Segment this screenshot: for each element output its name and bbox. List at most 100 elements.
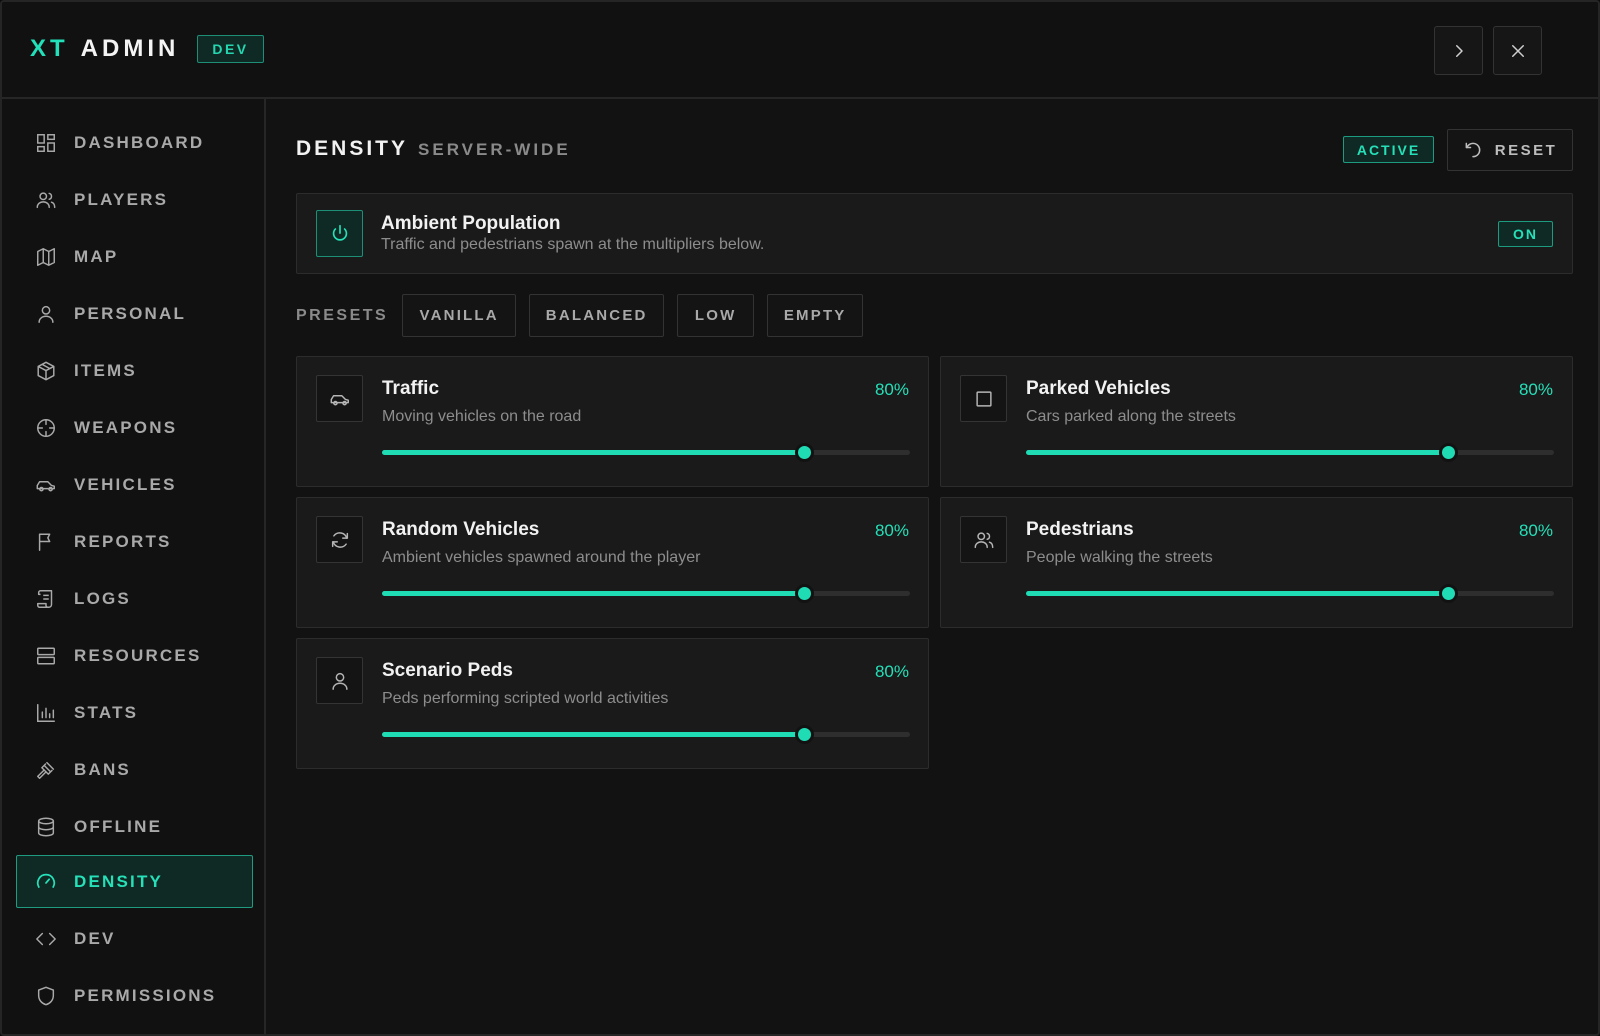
sidebar-item-map[interactable]: MAP: [16, 230, 253, 283]
sidebar-item-weapons[interactable]: WEAPONS: [16, 401, 253, 454]
card-value: 80%: [1518, 380, 1553, 399]
sidebar-item-label: MAP: [74, 246, 119, 266]
slider-thumb[interactable]: [1438, 584, 1458, 603]
reset-icon: [1465, 142, 1481, 158]
sidebar-item-label: WEAPONS: [74, 417, 178, 437]
card-value: 80%: [874, 662, 909, 681]
card-title: Parked Vehicles: [1026, 378, 1171, 399]
sidebar-item-label: PLAYERS: [74, 189, 169, 209]
users-icon: [974, 531, 993, 548]
sidebar-item-items[interactable]: ITEMS: [16, 344, 253, 397]
forward-button[interactable]: [1434, 26, 1483, 75]
sidebar-item-permissions[interactable]: PERMISSIONS: [16, 969, 253, 1022]
reset-button[interactable]: RESET: [1447, 129, 1573, 171]
sidebar-item-label: PERMISSIONS: [74, 985, 217, 1005]
sidebar-item-label: STATS: [74, 702, 139, 722]
slider-thumb[interactable]: [794, 443, 814, 462]
sidebar-item-density[interactable]: DENSITY: [16, 855, 253, 908]
density-card-traffic: Traffic 80% Moving vehicles on the road: [296, 356, 929, 487]
card-icon-box: [960, 516, 1007, 563]
refresh-icon: [331, 531, 348, 548]
slider-thumb[interactable]: [794, 584, 814, 603]
gavel-icon: [37, 761, 55, 779]
card-title: Random Vehicles: [382, 519, 540, 540]
flag-icon: [38, 532, 51, 551]
card-value: 80%: [1518, 521, 1553, 540]
page-title-row: DENSITY SERVER-WIDE: [296, 137, 571, 161]
shield-icon: [37, 986, 55, 1005]
card-description: People walking the streets: [1026, 549, 1213, 566]
card-description: Ambient vehicles spawned around the play…: [382, 549, 701, 566]
card-description: Moving vehicles on the road: [382, 408, 582, 425]
sidebar-item-label: PERSONAL: [74, 303, 187, 323]
code-icon: [36, 932, 56, 945]
sidebar-item-stats[interactable]: STATS: [16, 686, 253, 739]
box-icon: [37, 361, 55, 380]
presets-row: PRESETS VANILLA BALANCED LOW EMPTY: [296, 294, 876, 337]
slider-thumb[interactable]: [1438, 443, 1458, 462]
sidebar-item-vehicles[interactable]: VEHICLES: [16, 458, 253, 511]
env-badge: DEV: [197, 35, 264, 63]
pedestrians-slider[interactable]: [1026, 584, 1554, 603]
scenario-peds-slider[interactable]: [382, 725, 910, 744]
card-value: 80%: [874, 380, 909, 399]
sidebar-item-dev[interactable]: DEV: [16, 912, 253, 965]
database-icon: [37, 817, 55, 836]
preset-vanilla-button[interactable]: VANILLA: [402, 294, 517, 337]
header: XT ADMIN DEV: [2, 2, 1598, 99]
close-icon: [1511, 44, 1524, 57]
preset-low-button[interactable]: LOW: [677, 294, 755, 337]
car-icon: [36, 480, 55, 492]
card-title: Traffic: [382, 378, 440, 399]
close-button[interactable]: [1493, 26, 1542, 75]
sidebar-item-players[interactable]: PLAYERS: [16, 173, 253, 226]
scroll-icon: [37, 589, 53, 608]
sidebar-item-label: ITEMS: [74, 360, 137, 380]
dashboard-icon: [37, 133, 55, 152]
sidebar-item-resources[interactable]: RESOURCES: [16, 629, 253, 682]
sidebar-item-dashboard[interactable]: DASHBOARD: [16, 116, 253, 169]
ambient-power-toggle[interactable]: [316, 210, 363, 257]
card-title: Pedestrians: [1026, 519, 1134, 540]
density-card-pedestrians: Pedestrians 80% People walking the stree…: [940, 497, 1573, 628]
sidebar-item-bans[interactable]: BANS: [16, 743, 253, 796]
ambient-description: Traffic and pedestrians spawn at the mul…: [381, 236, 765, 253]
sidebar-item-offline[interactable]: OFFLINE: [16, 800, 253, 853]
sidebar-item-reports[interactable]: REPORTS: [16, 515, 253, 568]
sidebar-item-label: REPORTS: [74, 531, 172, 551]
status-badge: ACTIVE: [1343, 136, 1434, 163]
ambient-state-badge[interactable]: ON: [1498, 221, 1553, 247]
sidebar-item-logs[interactable]: LOGS: [16, 572, 253, 625]
traffic-slider[interactable]: [382, 443, 910, 462]
sidebar-item-label: DEV: [74, 928, 116, 948]
car-icon: [330, 394, 349, 406]
brand: XT ADMIN DEV: [30, 35, 264, 63]
sidebar-item-label: DENSITY: [74, 871, 164, 891]
slider-thumb[interactable]: [794, 725, 814, 744]
map-icon: [37, 247, 55, 266]
sidebar-item-label: OFFLINE: [74, 816, 163, 836]
sidebar-item-label: DASHBOARD: [74, 132, 205, 152]
density-card-parked-vehicles: Parked Vehicles 80% Cars parked along th…: [940, 356, 1573, 487]
sidebar-item-personal[interactable]: PERSONAL: [16, 287, 253, 340]
slider-fill: [1026, 450, 1449, 455]
reset-label: RESET: [1494, 141, 1558, 159]
users-icon: [36, 191, 56, 208]
page-title: DENSITY: [296, 137, 409, 160]
card-icon-box: [316, 375, 363, 422]
preset-empty-button[interactable]: EMPTY: [767, 294, 864, 337]
slider-fill: [382, 732, 805, 737]
user-icon: [38, 305, 54, 323]
slider-fill: [382, 591, 805, 596]
page-subtitle: SERVER-WIDE: [418, 140, 571, 159]
density-card-random-vehicles: Random Vehicles 80% Ambient vehicles spa…: [296, 497, 929, 628]
random-vehicles-slider[interactable]: [382, 584, 910, 603]
bar-chart-icon: [37, 703, 55, 722]
brand-admin: ADMIN: [80, 35, 180, 62]
crosshair-icon: [37, 418, 55, 437]
user-icon: [331, 672, 348, 690]
admin-window: XT ADMIN DEV DASHBOARD PLAYERS MAP PERSO…: [0, 0, 1600, 1036]
preset-balanced-button[interactable]: BALANCED: [529, 294, 665, 337]
card-title: Scenario Peds: [382, 660, 513, 681]
parked-vehicles-slider[interactable]: [1026, 443, 1554, 462]
